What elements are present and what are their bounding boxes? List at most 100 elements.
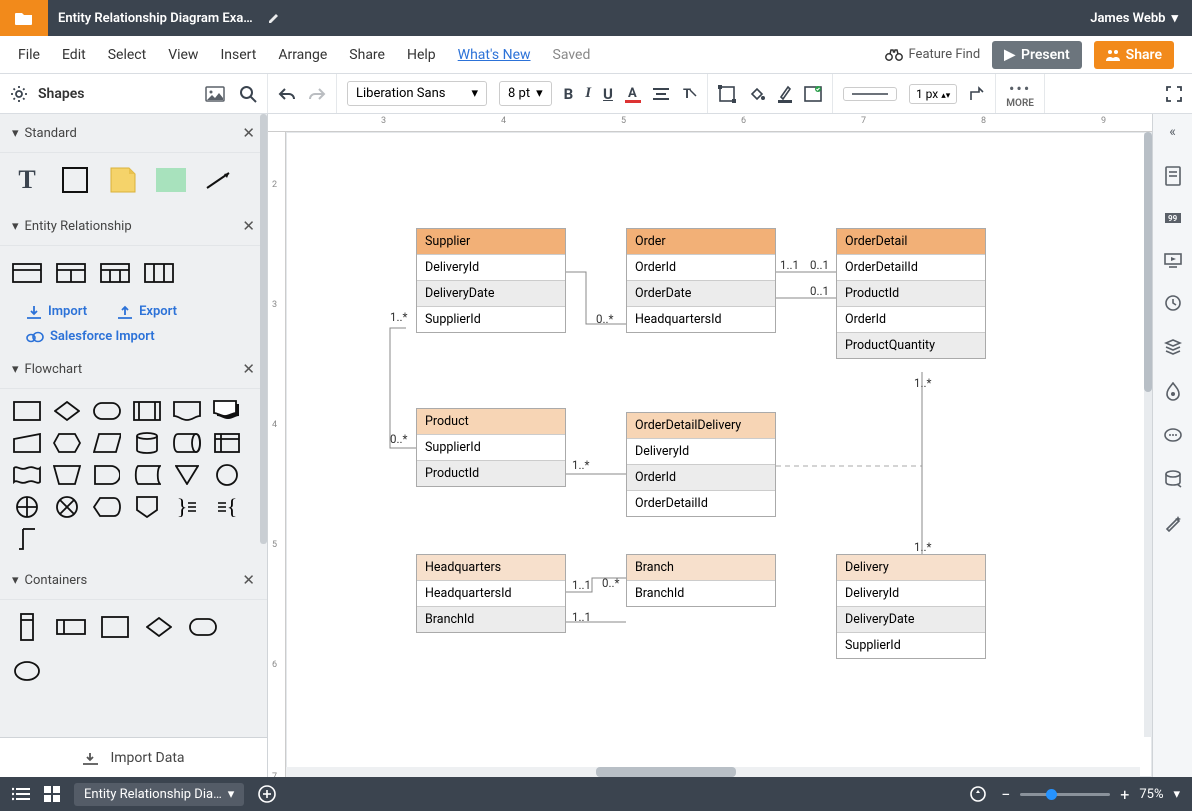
fc-storeddata[interactable] — [132, 463, 162, 487]
entity-orderdetaildelivery[interactable]: OrderDetailDelivery DeliveryId OrderId O… — [626, 412, 776, 517]
close-icon[interactable]: ✕ — [242, 217, 255, 235]
menu-help[interactable]: Help — [407, 47, 436, 63]
ruler-vertical[interactable]: 2 3 4 5 6 7 — [268, 132, 286, 777]
fc-or[interactable] — [12, 495, 42, 519]
fc-terminator[interactable] — [92, 399, 122, 423]
italic-button[interactable]: I — [585, 85, 591, 102]
line-routing-button[interactable] — [969, 86, 985, 102]
fill-button[interactable] — [748, 86, 766, 102]
fc-note[interactable] — [12, 527, 42, 551]
leftpanel-scrollbar-thumb[interactable] — [260, 114, 267, 544]
section-standard-header[interactable]: ▾Standard ✕ — [0, 114, 267, 153]
fc-database[interactable] — [132, 431, 162, 455]
shape-rect-button[interactable] — [718, 85, 736, 103]
search-icon[interactable] — [239, 85, 257, 103]
sync-icon[interactable] — [969, 785, 987, 803]
feature-find[interactable]: Feature Find — [885, 47, 981, 62]
fc-prep[interactable] — [52, 431, 82, 455]
fc-paper[interactable] — [12, 463, 42, 487]
shape-rectangle[interactable] — [60, 165, 90, 195]
dock-chat-icon[interactable] — [1164, 428, 1182, 444]
cont-5[interactable] — [188, 612, 218, 642]
fc-process[interactable] — [12, 399, 42, 423]
zoom-knob[interactable] — [1046, 789, 1057, 800]
er-import[interactable]: Import — [26, 304, 87, 319]
list-view-icon[interactable] — [12, 787, 30, 801]
fc-predef[interactable] — [132, 399, 162, 423]
fc-brace-l[interactable]: { — [212, 495, 242, 519]
clear-format-button[interactable]: T — [681, 86, 697, 102]
dock-history-icon[interactable] — [1164, 294, 1182, 312]
fc-manualin[interactable] — [12, 431, 42, 455]
zoom-in-button[interactable]: + — [1120, 785, 1129, 804]
underline-button[interactable]: U — [603, 85, 613, 103]
close-icon[interactable]: ✕ — [242, 360, 255, 378]
menu-insert[interactable]: Insert — [220, 47, 256, 63]
more-icon[interactable]: ••• — [1009, 79, 1031, 98]
textcolor-button[interactable]: A — [625, 85, 641, 103]
fc-delay[interactable] — [92, 463, 122, 487]
close-icon[interactable]: ✕ — [242, 124, 255, 142]
fc-sumjunc[interactable] — [52, 495, 82, 519]
shape-block[interactable] — [156, 165, 186, 195]
fc-manualop[interactable] — [52, 463, 82, 487]
present-button[interactable]: ▶ Present — [992, 41, 1081, 69]
gear-icon[interactable] — [10, 85, 28, 103]
layout-button[interactable] — [804, 86, 822, 102]
document-title[interactable]: Entity Relationship Diagram Exa… — [48, 11, 253, 26]
scrollbar-thumb[interactable] — [1144, 132, 1152, 392]
undo-button[interactable] — [278, 87, 296, 101]
shape-note[interactable] — [108, 165, 138, 195]
er-shape-3[interactable] — [100, 258, 130, 288]
import-data-button[interactable]: Import Data — [0, 737, 267, 777]
canvas-scrollbar-h[interactable] — [286, 767, 1140, 777]
menu-arrange[interactable]: Arrange — [278, 47, 327, 63]
menu-select[interactable]: Select — [108, 47, 146, 63]
line-style-select[interactable] — [843, 87, 897, 101]
menu-edit[interactable]: Edit — [62, 47, 86, 63]
fontsize-select[interactable]: 8 pt▾ — [499, 81, 552, 106]
dock-magic-icon[interactable] — [1164, 514, 1182, 532]
fc-decision[interactable] — [52, 399, 82, 423]
er-shape-4[interactable] — [144, 258, 174, 288]
dock-comments-icon[interactable]: 99 — [1164, 212, 1182, 226]
shape-text[interactable]: T — [12, 165, 42, 195]
canvas-scrollbar-v[interactable] — [1144, 132, 1152, 737]
fc-merge[interactable] — [172, 463, 202, 487]
cont-6[interactable] — [12, 656, 42, 686]
section-er-header[interactable]: ▾Entity Relationship ✕ — [0, 207, 267, 246]
menu-share[interactable]: Share — [349, 47, 385, 63]
section-containers-header[interactable]: ▾Containers ✕ — [0, 561, 267, 600]
dock-theme-icon[interactable] — [1165, 382, 1181, 402]
entity-headquarters[interactable]: Headquarters HeadquartersId BranchId — [416, 554, 566, 633]
canvas[interactable]: Supplier DeliveryId DeliveryDate Supplie… — [286, 132, 1152, 777]
fc-offpage[interactable] — [132, 495, 162, 519]
shapes-label[interactable]: Shapes — [38, 86, 84, 102]
redo-button[interactable] — [308, 87, 326, 101]
close-icon[interactable]: ✕ — [242, 571, 255, 589]
zoom-slider[interactable] — [1020, 793, 1110, 796]
align-button[interactable] — [653, 87, 669, 101]
dock-data-icon[interactable] — [1164, 470, 1182, 488]
user-menu[interactable]: James Webb ▾ — [1090, 11, 1192, 26]
cont-4[interactable] — [144, 612, 174, 642]
cont-3[interactable] — [100, 612, 130, 642]
fullscreen-button[interactable] — [1166, 86, 1182, 102]
dock-layers-icon[interactable] — [1164, 338, 1182, 356]
fc-connector[interactable] — [212, 463, 242, 487]
page-tab[interactable]: Entity Relationship Dia… ▾ — [74, 783, 244, 806]
grid-view-icon[interactable] — [44, 786, 60, 802]
er-shape-1[interactable] — [12, 258, 42, 288]
menu-whatsnew[interactable]: What's New — [458, 47, 531, 63]
fc-display[interactable] — [92, 495, 122, 519]
entity-orderdetail[interactable]: OrderDetail OrderDetailId ProductId Orde… — [836, 228, 986, 359]
fc-multidoc[interactable] — [212, 399, 242, 423]
zoom-value[interactable]: 75% — [1139, 787, 1163, 802]
shape-arrow[interactable] — [204, 165, 234, 195]
er-export[interactable]: Export — [117, 304, 177, 319]
entity-order[interactable]: Order OrderId OrderDate HeadquartersId — [626, 228, 776, 333]
fc-data[interactable] — [92, 431, 122, 455]
entity-supplier[interactable]: Supplier DeliveryId DeliveryDate Supplie… — [416, 228, 566, 333]
add-page-button[interactable] — [258, 785, 276, 803]
menu-view[interactable]: View — [168, 47, 198, 63]
